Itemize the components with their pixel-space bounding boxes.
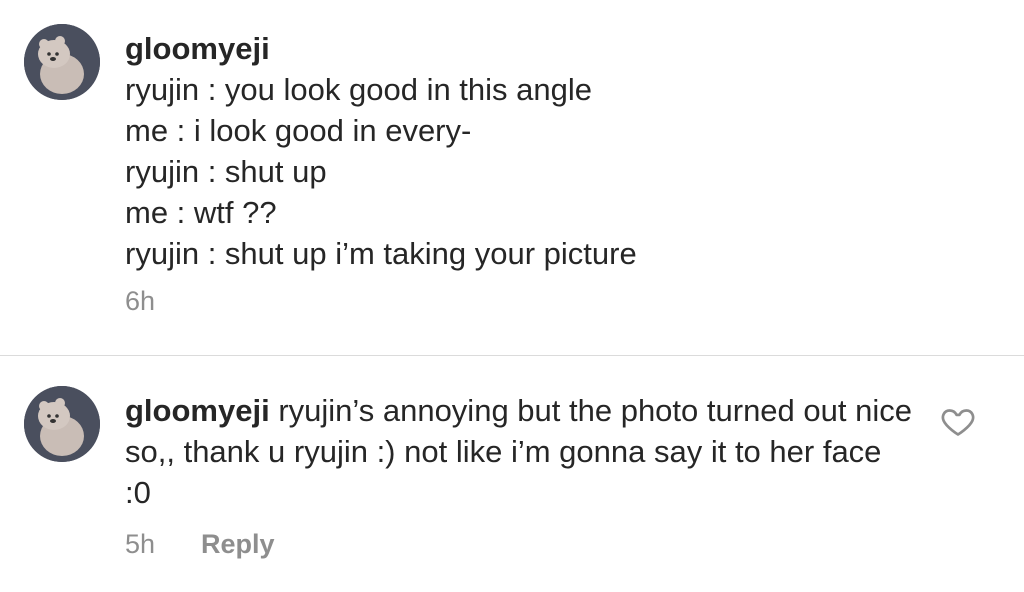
ice-bear-avatar-icon: [24, 24, 100, 100]
caption-line: ryujin : shut up: [125, 154, 327, 189]
caption-line: me : wtf ??: [125, 195, 277, 230]
reply-button[interactable]: Reply: [201, 529, 275, 560]
avatar[interactable]: [24, 24, 100, 100]
comment-body: gloomyeji ryujin : you look good in this…: [125, 28, 985, 274]
comment-meta: 6h: [125, 286, 155, 317]
comment-body: gloomyeji ryujin’s annoying but the phot…: [125, 390, 915, 513]
caption-comment: gloomyeji ryujin : you look good in this…: [0, 0, 1024, 355]
ice-bear-avatar-icon: [24, 386, 100, 462]
username[interactable]: gloomyeji: [125, 393, 270, 428]
username[interactable]: gloomyeji: [125, 28, 985, 69]
comment-meta: 5h Reply: [125, 529, 275, 560]
caption-line: ryujin : shut up i’m taking your picture: [125, 236, 637, 271]
timestamp: 6h: [125, 286, 156, 316]
heart-outline-icon[interactable]: [940, 403, 976, 439]
timestamp: 5h: [125, 529, 156, 559]
caption-line: ryujin : you look good in this angle: [125, 72, 593, 107]
caption-line: me : i look good in every-: [125, 113, 472, 148]
comment: gloomyeji ryujin’s annoying but the phot…: [0, 356, 1024, 592]
avatar[interactable]: [24, 386, 100, 462]
